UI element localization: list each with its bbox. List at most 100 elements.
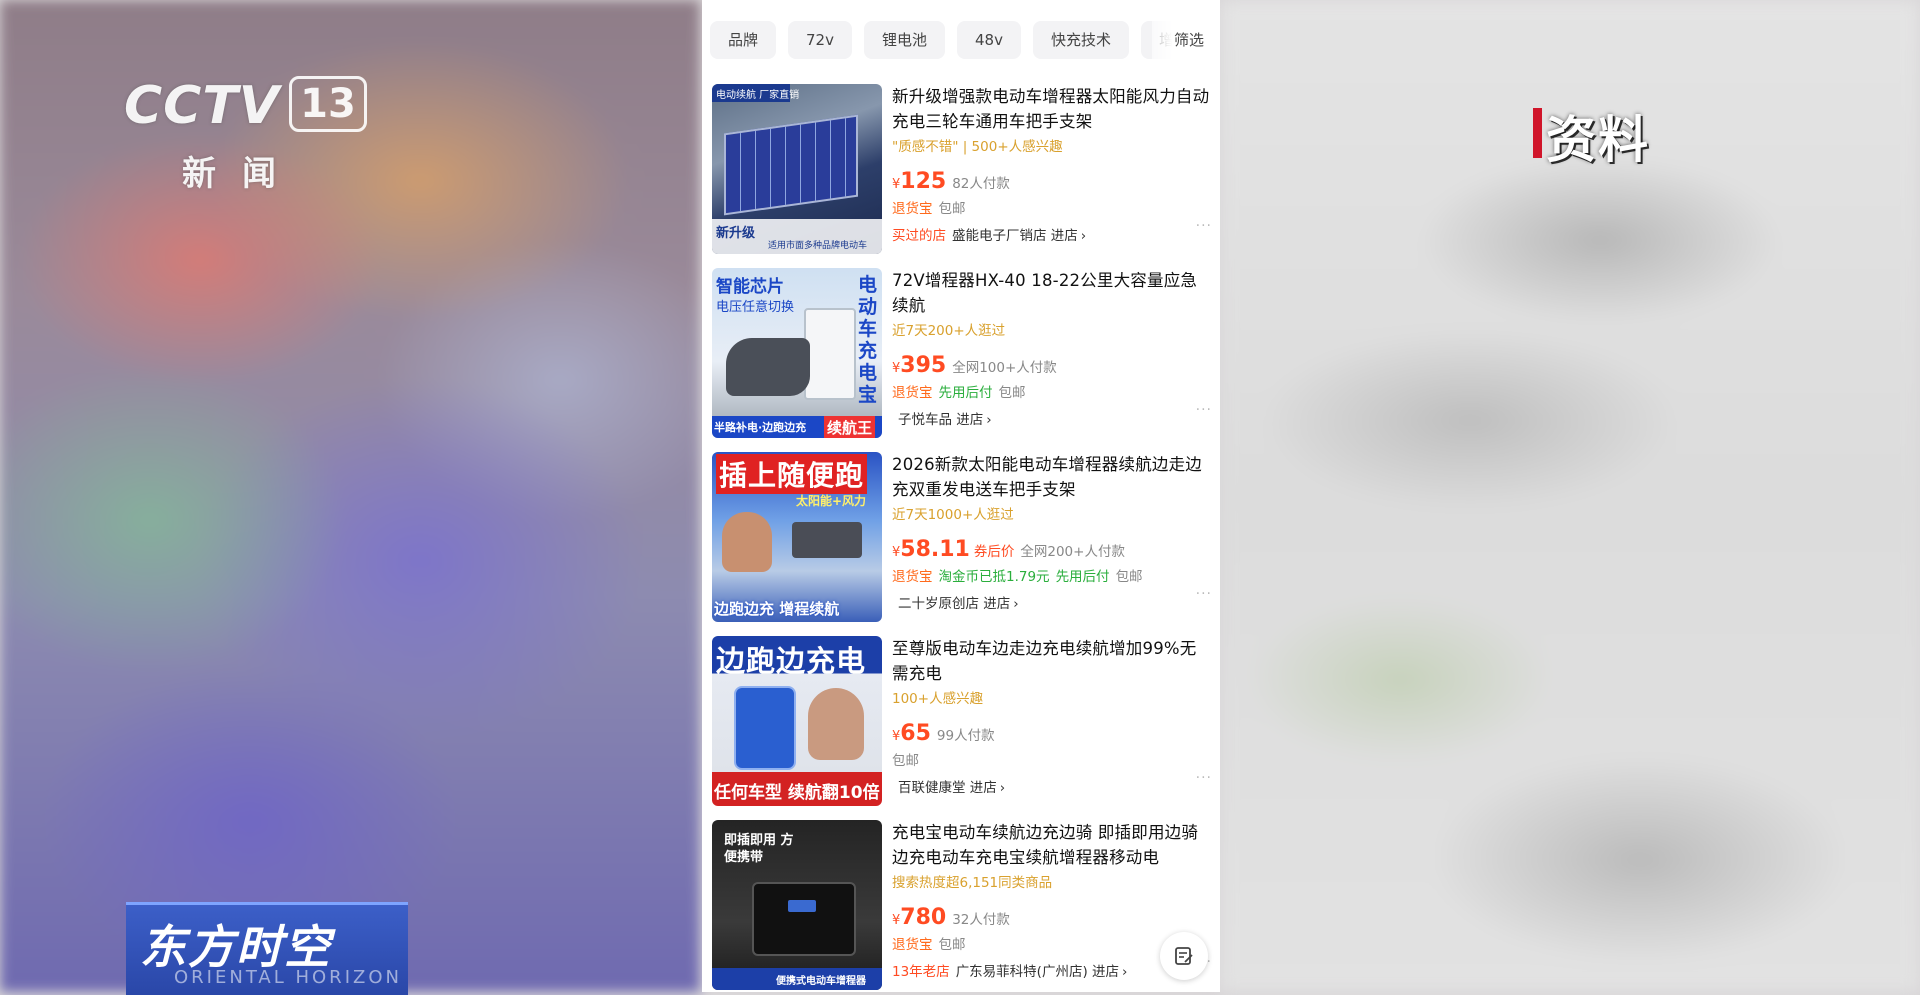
- sold-count: 82人付款: [952, 176, 1010, 192]
- thumb-label: 任何车型 续航翻10倍: [714, 783, 880, 803]
- thumb-label: 电压任意切换: [716, 300, 795, 315]
- price-row: ¥58.11 券后价 全网200+人付款: [892, 537, 1210, 563]
- product-title[interactable]: 72V增程器HX-40 18-22公里大容量应急续航: [892, 268, 1210, 318]
- channel-logo: CCTV 13 新闻: [124, 76, 367, 194]
- sold-count: 全网100+人付款: [952, 360, 1057, 376]
- chevron-right-icon: ›: [1122, 964, 1128, 980]
- product-price: 395: [900, 353, 947, 378]
- product-info: 2026新款太阳能电动车增程器续航边走边充双重发电送车把手支架 近7天1000+…: [892, 452, 1210, 617]
- sold-count: 32人付款: [952, 912, 1010, 928]
- product-hint: 100+人感兴趣: [892, 691, 984, 707]
- tag-free-shipping: 包邮: [938, 937, 966, 953]
- ziliao-label: 资料: [1546, 111, 1650, 169]
- filter-chip-72v[interactable]: 72v: [788, 21, 852, 59]
- tag-free-shipping: 包邮: [938, 201, 966, 217]
- enter-shop-link[interactable]: 进店: [1092, 964, 1119, 980]
- thumb-label: 半路补电·边跑边充: [714, 421, 807, 434]
- coupon-label: 券后价: [973, 544, 1015, 560]
- sold-count: 99人付款: [936, 728, 995, 744]
- product-thumbnail[interactable]: 插上随便跑 太阳能+风力 边跑边充 增程续航: [712, 452, 882, 622]
- price-row: ¥780 32人付款: [892, 905, 1210, 931]
- edit-note-icon-glyph: [1175, 947, 1193, 965]
- more-dots-icon[interactable]: ···: [1196, 218, 1212, 234]
- product-thumbnail[interactable]: 即插即用 方便携带 便携式电动车增程器: [712, 820, 882, 990]
- filter-chip-fast-charge[interactable]: 快充技术: [1032, 21, 1129, 59]
- service-tags: 退货宝 淘金币已抵1.79元 先用后付 包邮: [892, 565, 1210, 589]
- product-info: 新升级增强款电动车增程器太阳能风力自动充电三轮车通用车把手支架 "质感不错" |…: [892, 84, 1210, 249]
- chevron-right-icon: ›: [986, 412, 992, 428]
- tag-return-insurance: 退货宝: [892, 385, 933, 401]
- tag-pay-later: 先用后付: [1055, 569, 1110, 585]
- filter-bar: 品牌 72v 锂电池 48v 快充技术 增压 筛选: [702, 18, 1220, 62]
- product-title[interactable]: 充电宝电动车续航边充边骑 即插即用边骑边充电动车充电宝续航增程器移动电: [892, 820, 1210, 870]
- shop-name[interactable]: 子悦车品: [898, 412, 952, 428]
- more-dots-icon[interactable]: ···: [1196, 586, 1212, 602]
- product-hint: 近7天200+人逛过: [892, 323, 1006, 339]
- shop-name[interactable]: 广东易菲科特(广州店): [956, 964, 1088, 980]
- price-row: ¥395 全网100+人付款: [892, 353, 1210, 379]
- thumb-label: 适用市面多种品牌电动车: [768, 241, 868, 251]
- thumb-label: 即插即用 方便携带: [724, 833, 794, 865]
- product-item[interactable]: 电动续航 厂家直销 新升级 适用市面多种品牌电动车 新升级增强款电动车增程器太阳…: [712, 84, 1220, 268]
- shop-row[interactable]: 子悦车品 进店 ›: [892, 407, 1210, 433]
- tag-coin-discount: 淘金币已抵1.79元: [938, 569, 1050, 585]
- product-hint: "质感不错" | 500+人感兴趣: [892, 139, 1063, 155]
- blurred-background-left: [0, 0, 700, 992]
- channel-sub: 新闻: [182, 154, 302, 194]
- product-hint: 搜索热度超6,151同类商品: [892, 875, 1053, 891]
- product-item[interactable]: 即插即用 方便携带 便携式电动车增程器 充电宝电动车续航边充边骑 即插即用边骑边…: [712, 820, 1220, 992]
- enter-shop-link[interactable]: 进店: [983, 596, 1010, 612]
- service-tags: 退货宝 包邮: [892, 197, 1210, 221]
- shop-row[interactable]: 买过的店 盛能电子厂销店 进店 ›: [892, 223, 1210, 249]
- enter-shop-link[interactable]: 进店: [956, 412, 983, 428]
- shop-row[interactable]: 百联健康堂 进店 ›: [892, 775, 1210, 801]
- shop-name[interactable]: 百联健康堂: [898, 780, 966, 796]
- product-title[interactable]: 2026新款太阳能电动车增程器续航边走边充双重发电送车把手支架: [892, 452, 1210, 502]
- tag-pay-later: 先用后付: [938, 385, 993, 401]
- filter-chip-lithium[interactable]: 锂电池: [863, 21, 945, 59]
- thumb-label: 插上随便跑: [716, 454, 868, 494]
- tag-return-insurance: 退货宝: [892, 201, 933, 217]
- service-tags: 包邮: [892, 749, 1210, 773]
- shopping-app-panel: 品牌 72v 锂电池 48v 快充技术 增压 筛选 电动续航 厂家直销 新升级 …: [702, 0, 1220, 992]
- filter-button[interactable]: 筛选: [1151, 18, 1220, 62]
- product-thumbnail[interactable]: 边跑边充电 任何车型 续航翻10倍: [712, 636, 882, 806]
- chevron-right-icon: ›: [999, 780, 1006, 796]
- product-thumbnail[interactable]: 智能芯片 电压任意切换 电动车充电宝 半路补电·边跑边充 续航王: [712, 268, 882, 438]
- program-subtitle: ORIENTAL HORIZON: [174, 967, 402, 988]
- shop-row[interactable]: 二十岁原创店 进店 ›: [892, 591, 1210, 617]
- product-item[interactable]: 边跑边充电 任何车型 续航翻10倍 至尊版电动车边走边充电续航增加99%无需充电…: [712, 636, 1220, 820]
- filter-chip-brand[interactable]: 品牌: [710, 21, 777, 59]
- shop-name[interactable]: 盛能电子厂销店: [952, 228, 1047, 244]
- edit-note-icon[interactable]: [1160, 932, 1208, 980]
- more-dots-icon[interactable]: ···: [1196, 402, 1212, 418]
- more-dots-icon[interactable]: ···: [1196, 770, 1212, 786]
- product-item[interactable]: 插上随便跑 太阳能+风力 边跑边充 增程续航 2026新款太阳能电动车增程器续航…: [712, 452, 1220, 636]
- tag-free-shipping: 包邮: [892, 753, 919, 769]
- enter-shop-link[interactable]: 进店: [1051, 228, 1078, 244]
- thumb-label: 新升级: [716, 226, 756, 241]
- product-hint: 近7天1000+人逛过: [892, 507, 1014, 523]
- product-item[interactable]: 智能芯片 电压任意切换 电动车充电宝 半路补电·边跑边充 续航王 72V增程器H…: [712, 268, 1220, 452]
- program-box: 东方时空 ORIENTAL HORIZON: [126, 902, 408, 995]
- thumb-label: 便携式电动车增程器: [776, 976, 866, 987]
- filter-chip-48v[interactable]: 48v: [957, 21, 1021, 59]
- channel-name: CCTV: [124, 76, 281, 136]
- enter-shop-link[interactable]: 进店: [970, 780, 997, 796]
- product-title[interactable]: 新升级增强款电动车增程器太阳能风力自动充电三轮车通用车把手支架: [892, 84, 1210, 134]
- shop-name[interactable]: 二十岁原创店: [898, 596, 979, 612]
- channel-number: 13: [289, 76, 367, 132]
- product-price: 780: [900, 905, 947, 930]
- price-row: ¥125 82人付款: [892, 169, 1210, 195]
- product-info: 72V增程器HX-40 18-22公里大容量应急续航 近7天200+人逛过 ¥3…: [892, 268, 1210, 433]
- thumb-label: 边跑边充 增程续航: [714, 600, 840, 618]
- thumb-label: 边跑边充电: [716, 644, 867, 678]
- product-price: 58.11: [900, 537, 970, 562]
- shop-tag: 买过的店: [892, 228, 946, 244]
- thumb-badge: 续航王: [824, 416, 876, 438]
- price-row: ¥65 99人付款: [892, 721, 1210, 747]
- chevron-right-icon: ›: [1080, 228, 1087, 244]
- thumb-label: 电动续航 厂家直销: [716, 90, 800, 101]
- product-thumbnail[interactable]: 电动续航 厂家直销 新升级 适用市面多种品牌电动车: [712, 84, 882, 254]
- product-title[interactable]: 至尊版电动车边走边充电续航增加99%无需充电: [892, 636, 1210, 686]
